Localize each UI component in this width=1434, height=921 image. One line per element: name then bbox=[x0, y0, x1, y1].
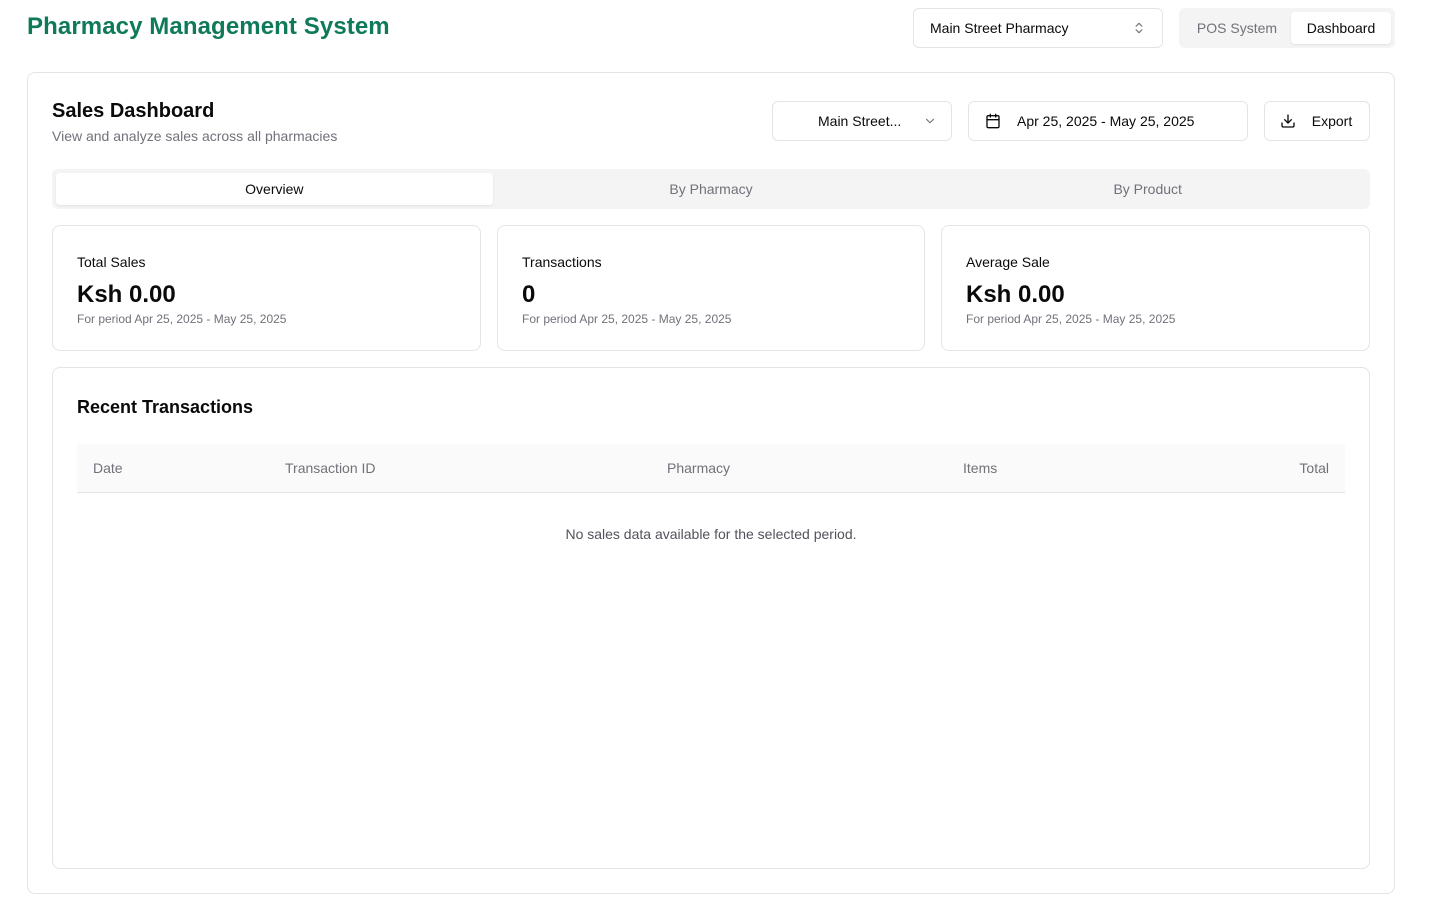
page-subtitle: View and analyze sales across all pharma… bbox=[52, 128, 338, 144]
recent-transactions-title: Recent Transactions bbox=[77, 397, 254, 417]
empty-state-message: No sales data available for the selected… bbox=[565, 526, 857, 542]
mode-switch: POS System Dashboard bbox=[1179, 8, 1395, 48]
tab-overview[interactable]: Overview bbox=[56, 173, 493, 205]
tab-by-pharmacy[interactable]: By Pharmacy bbox=[493, 173, 930, 205]
stat-label: Transactions bbox=[522, 254, 602, 270]
column-header-items[interactable]: Items bbox=[963, 460, 997, 476]
column-header-pharmacy[interactable]: Pharmacy bbox=[667, 460, 730, 476]
date-range-picker[interactable]: Apr 25, 2025 - May 25, 2025 bbox=[968, 101, 1248, 141]
stat-value: Ksh 0.00 bbox=[77, 281, 176, 308]
chevron-down-icon bbox=[923, 114, 937, 128]
table-header: Date Transaction ID Pharmacy Items Total bbox=[77, 444, 1345, 493]
dashboard-tabs: Overview By Pharmacy By Product bbox=[52, 169, 1370, 209]
download-icon bbox=[1280, 113, 1296, 129]
sales-dashboard-card: Sales Dashboard View and analyze sales a… bbox=[27, 72, 1395, 894]
mode-pos-system[interactable]: POS System bbox=[1183, 12, 1291, 44]
stat-card-transactions: Transactions 0 For period Apr 25, 2025 -… bbox=[497, 225, 925, 351]
pharmacy-select[interactable]: Main Street Pharmacy bbox=[913, 8, 1163, 48]
column-header-date[interactable]: Date bbox=[93, 460, 123, 476]
calendar-icon bbox=[985, 113, 1001, 129]
stat-value: Ksh 0.00 bbox=[966, 281, 1065, 308]
recent-transactions-card: Recent Transactions Date Transaction ID … bbox=[52, 367, 1370, 869]
pharmacy-filter-select[interactable]: Main Street... bbox=[772, 101, 952, 141]
stat-value: 0 bbox=[522, 281, 536, 308]
stat-label: Total Sales bbox=[77, 254, 146, 270]
stat-note: For period Apr 25, 2025 - May 25, 2025 bbox=[77, 312, 287, 326]
pharmacy-filter-label: Main Street... bbox=[818, 113, 902, 129]
stat-label: Average Sale bbox=[966, 254, 1050, 270]
stat-note: For period Apr 25, 2025 - May 25, 2025 bbox=[522, 312, 732, 326]
export-button-label: Export bbox=[1311, 113, 1353, 129]
column-header-total[interactable]: Total bbox=[1299, 460, 1329, 476]
mode-dashboard[interactable]: Dashboard bbox=[1291, 12, 1391, 44]
column-header-transaction-id[interactable]: Transaction ID bbox=[285, 460, 376, 476]
app-title: Pharmacy Management System bbox=[27, 13, 390, 40]
stat-card-total-sales: Total Sales Ksh 0.00 For period Apr 25, … bbox=[52, 225, 481, 351]
date-range-label: Apr 25, 2025 - May 25, 2025 bbox=[1017, 113, 1195, 129]
export-button[interactable]: Export bbox=[1264, 101, 1370, 141]
tab-by-product[interactable]: By Product bbox=[929, 173, 1366, 205]
page-title: Sales Dashboard bbox=[52, 100, 215, 122]
stat-note: For period Apr 25, 2025 - May 25, 2025 bbox=[966, 312, 1176, 326]
chevrons-up-down-icon bbox=[1132, 21, 1146, 35]
pharmacy-select-label: Main Street Pharmacy bbox=[930, 20, 1069, 36]
stat-card-average-sale: Average Sale Ksh 0.00 For period Apr 25,… bbox=[941, 225, 1370, 351]
